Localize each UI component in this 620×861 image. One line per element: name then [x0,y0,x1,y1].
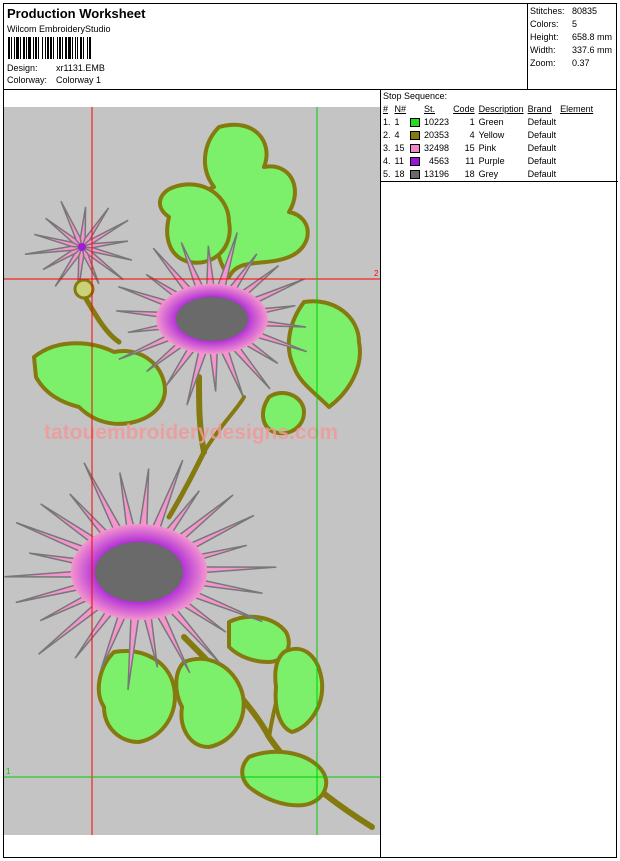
col-element: Element [560,104,594,114]
table-row: 1. 1 10223 1 Green Default [382,115,596,128]
table-row: 4. 11 4563 11 Purple Default [382,154,596,167]
guide-label-1: 1 [6,767,11,776]
color-swatch [409,128,423,141]
stop-sequence-panel: Stop Sequence: # N# St. Code Description… [381,89,618,182]
color-swatch-icon [410,156,421,166]
page-title: Production Worksheet [7,6,146,21]
col-brand: Brand [527,104,552,114]
stop-number: 1. [383,116,391,127]
color-code: 4 [469,129,475,140]
colorway-value: Colorway 1 [56,75,102,85]
stop-number: 2. [383,129,391,140]
needle-number: 15 [394,142,405,153]
panel-divider [380,89,381,857]
design-label: Design: [7,63,38,73]
element-name [559,141,596,154]
table-header: # N# St. Code Description Brand Element [382,103,596,115]
guide-label-2: 2 [374,269,379,278]
stop-number: 5. [383,168,391,179]
element-name [559,154,596,167]
element-name [559,128,596,141]
color-code: 18 [464,168,475,179]
thread-brand: Default [527,116,557,127]
color-description: Pink [478,142,497,153]
color-description: Yellow [478,129,505,140]
flower-bud [73,278,95,300]
table-row: 5. 18 13196 18 Grey Default [382,167,596,180]
color-swatch-icon [410,117,421,127]
color-swatch [409,115,423,128]
color-description: Purple [478,155,505,166]
element-name [559,167,596,180]
color-swatch [409,141,423,154]
col-needle: N# [394,104,407,114]
color-swatch-icon [410,169,421,179]
needle-number: 1 [394,116,400,127]
color-swatch [409,167,423,180]
stop-sequence-title: Stop Sequence: [383,91,448,101]
design-preview: tatouembroiderydesigns.com 2 1 [4,107,380,835]
col-swatch [409,103,423,115]
color-description: Green [478,116,504,127]
thread-brand: Default [527,129,557,140]
stop-sequence-table: # N# St. Code Description Brand Element … [382,103,596,180]
watermark-text: tatouembroiderydesigns.com [44,421,338,444]
embroidery-design: tatouembroiderydesigns.com 2 1 [4,107,380,835]
stitch-count: 10223 [424,116,450,127]
needle-number: 4 [394,129,400,140]
design-filename: xr1131.EMB [56,63,105,73]
stitch-count: 4563 [429,155,450,166]
thread-brand: Default [527,155,557,166]
table-row: 3. 15 32498 15 Pink Default [382,141,596,154]
color-swatch [409,154,423,167]
barcode-icon [8,37,91,59]
table-row: 2. 4 20353 4 Yellow Default [382,128,596,141]
worksheet-header: Production Worksheet Wilcom EmbroiderySt… [4,4,528,89]
color-code: 15 [464,142,475,153]
element-name [559,115,596,128]
design-stats: Stitches: 80835 Colors: 5 Height: 658.8 mm … [530,6,613,68]
stop-number: 3. [383,142,391,153]
stop-number: 4. [383,155,391,166]
color-code: 1 [469,116,475,127]
color-swatch-icon [410,130,421,140]
thread-brand: Default [527,168,557,179]
needle-number: 11 [394,155,404,166]
needle-number: 18 [394,168,405,179]
col-stitches: St. [424,104,436,114]
colorway-label: Colorway: [7,75,48,85]
color-description: Grey [478,168,499,179]
col-code: Code [453,104,475,114]
stitch-count: 13196 [424,168,450,179]
software-name: Wilcom EmbroideryStudio [7,24,111,34]
col-number: # [383,104,389,114]
col-description: Description [478,104,524,114]
worksheet: Production Worksheet Wilcom EmbroiderySt… [3,3,618,858]
color-code: 11 [465,155,475,166]
color-swatch-icon [410,143,421,153]
thread-brand: Default [527,142,557,153]
stitch-count: 32498 [424,142,450,153]
stitch-count: 20353 [424,129,450,140]
